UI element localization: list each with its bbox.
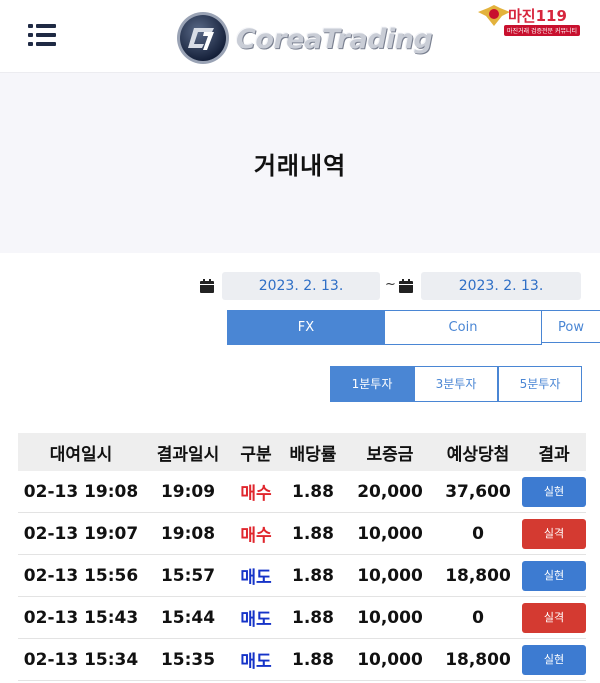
calendar-icon (399, 279, 413, 293)
end-date-input[interactable]: 2023. 2. 13. (421, 272, 581, 300)
table-header-row: 대여일시 결과일시 구분 배당률 보증금 예상당첨 결과 (18, 433, 586, 471)
type-cell: 매도 (232, 554, 280, 597)
result-badge[interactable]: 실격 (522, 602, 586, 633)
table-row: 02-13 19:07 19:08 매수 1.88 10,000 0 실격 (18, 512, 586, 555)
deposit-cell: 20,000 (346, 471, 434, 513)
rate-cell: 1.88 (280, 471, 346, 513)
rate-cell: 1.88 (280, 554, 346, 597)
hamburger-menu-icon[interactable] (28, 24, 56, 46)
deposit-cell: 10,000 (346, 512, 434, 555)
badge-title: 마진119 (508, 7, 567, 25)
start-time-cell: 02-13 19:08 (18, 471, 144, 513)
calendar-icon (200, 279, 214, 293)
expected-cell: 0 (434, 512, 522, 555)
rate-cell: 1.88 (280, 596, 346, 639)
tab-5min[interactable]: 5분투자 (498, 366, 582, 402)
type-cell: 매수 (232, 512, 280, 555)
margin119-badge[interactable]: 마진119 마진거래 검증전문 커뮤니티 (474, 2, 598, 40)
trade-history-table: 대여일시 결과일시 구분 배당률 보증금 예상당첨 결과 02-13 19:08… (18, 433, 586, 681)
logo-text: CoreaTrading (236, 24, 433, 55)
table-row: 02-13 15:43 15:44 매도 1.88 10,000 0 실격 (18, 596, 586, 639)
type-cell: 매수 (232, 471, 280, 513)
type-cell: 매도 (232, 638, 280, 681)
column-header: 결과 (522, 433, 586, 471)
page-title: 거래내역 (253, 152, 347, 180)
expected-cell: 18,800 (434, 554, 522, 597)
tab-power[interactable]: Pow (541, 310, 600, 343)
table-row: 02-13 15:56 15:57 매도 1.88 10,000 18,800 … (18, 554, 586, 597)
rate-cell: 1.88 (280, 512, 346, 555)
result-cell: 실현 (522, 554, 586, 597)
tab-3min[interactable]: 3분투자 (414, 366, 498, 402)
result-cell: 실격 (522, 512, 586, 555)
start-time-cell: 02-13 19:07 (18, 512, 144, 555)
rate-cell: 1.88 (280, 638, 346, 681)
top-header: CoreaTrading 마진119 마진거래 검증전문 커뮤니티 (0, 0, 600, 73)
table-row: 02-13 15:34 15:35 매도 1.88 10,000 18,800 … (18, 638, 586, 681)
column-header: 구분 (232, 433, 280, 471)
end-time-cell: 15:35 (144, 638, 232, 681)
result-cell: 실현 (522, 471, 586, 513)
result-badge[interactable]: 실현 (522, 476, 586, 507)
logo-emblem-icon (177, 12, 229, 64)
result-cell: 실격 (522, 596, 586, 639)
deposit-cell: 10,000 (346, 638, 434, 681)
column-header: 배당률 (280, 433, 346, 471)
start-time-cell: 02-13 15:34 (18, 638, 144, 681)
start-time-cell: 02-13 15:56 (18, 554, 144, 597)
expected-cell: 0 (434, 596, 522, 639)
end-time-cell: 15:44 (144, 596, 232, 639)
end-time-cell: 15:57 (144, 554, 232, 597)
result-cell: 실현 (522, 638, 586, 681)
corea-trading-logo[interactable]: CoreaTrading (174, 10, 433, 66)
start-time-cell: 02-13 15:43 (18, 596, 144, 639)
column-header: 대여일시 (18, 433, 144, 471)
market-tabs: FX Coin Pow (227, 310, 600, 345)
column-header: 보증금 (346, 433, 434, 471)
expected-cell: 37,600 (434, 471, 522, 513)
tab-1min[interactable]: 1분투자 (330, 366, 414, 402)
tab-coin[interactable]: Coin (384, 310, 542, 345)
tab-fx[interactable]: FX (227, 310, 385, 345)
type-cell: 매도 (232, 596, 280, 639)
start-date-input[interactable]: 2023. 2. 13. (222, 272, 380, 300)
badge-subtitle: 마진거래 검증전문 커뮤니티 (504, 25, 581, 36)
expected-cell: 18,800 (434, 638, 522, 681)
result-badge[interactable]: 실격 (522, 518, 586, 549)
deposit-cell: 10,000 (346, 554, 434, 597)
result-badge[interactable]: 실현 (522, 644, 586, 675)
table-row: 02-13 19:08 19:09 매수 1.88 20,000 37,600 … (18, 471, 586, 513)
column-header: 결과일시 (144, 433, 232, 471)
end-time-cell: 19:09 (144, 471, 232, 513)
column-header: 예상당첨 (434, 433, 522, 471)
date-separator: ~ (385, 277, 396, 292)
deposit-cell: 10,000 (346, 596, 434, 639)
result-badge[interactable]: 실현 (522, 560, 586, 591)
duration-tabs: 1분투자 3분투자 5분투자 (330, 366, 582, 402)
end-time-cell: 19:08 (144, 512, 232, 555)
